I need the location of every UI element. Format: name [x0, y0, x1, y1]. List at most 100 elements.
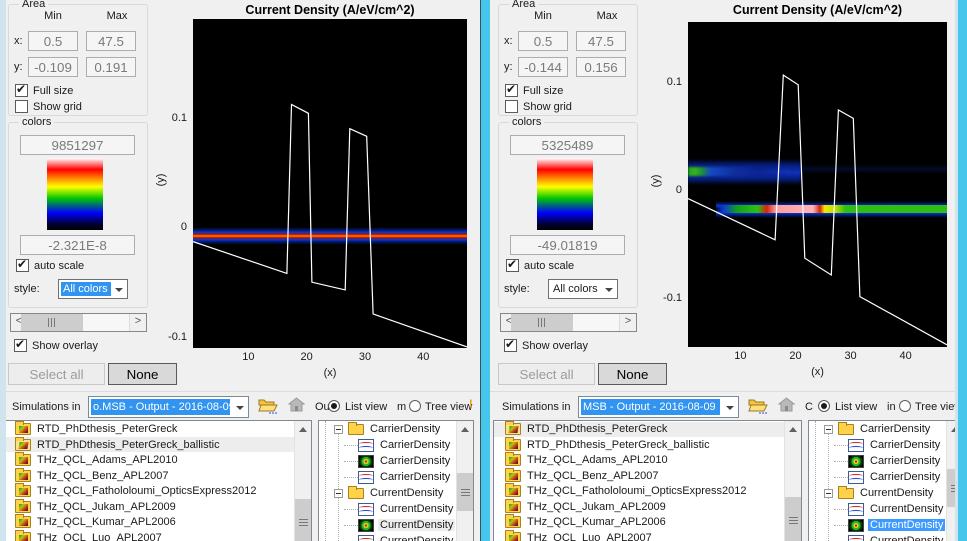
tree-item[interactable]: CurrentDensity — [809, 501, 963, 517]
scrollbar-thumb[interactable] — [457, 473, 473, 511]
simulation-folder-icon — [15, 516, 31, 528]
scroll-up-button[interactable] — [457, 421, 473, 438]
tree-item[interactable]: CarrierDensity — [319, 469, 473, 485]
list-item[interactable]: THz_QCL_Benz_APL2007 — [494, 468, 801, 483]
full-size-checkbox[interactable] — [505, 84, 518, 97]
x-max-field[interactable] — [86, 31, 136, 51]
list-item[interactable]: THz_QCL_Luo_APL2007 — [4, 530, 311, 541]
tree-item[interactable]: CurrentDensity — [809, 485, 963, 501]
tree-item[interactable]: CarrierDensity — [319, 437, 473, 453]
tree-item[interactable]: CurrentDensity — [809, 517, 963, 533]
tree-view-radio[interactable] — [409, 400, 421, 412]
list-item[interactable]: THz_QCL_Adams_APL2010 — [4, 453, 311, 468]
simulations-combobox[interactable]: MSB - Output - 2016-08-09 — [578, 396, 739, 418]
clipped-icon-fragment: ! — [469, 398, 473, 410]
list-item[interactable]: THz_QCL_Fathololoumi_OpticsExpress2012 — [494, 484, 801, 499]
show-overlay-checkbox[interactable] — [504, 339, 517, 352]
tree-scrollbar[interactable] — [456, 421, 473, 541]
show-grid-checkbox[interactable] — [15, 100, 28, 113]
tree-item[interactable]: CurrentDensity — [319, 533, 473, 541]
scroll-right-button[interactable]: > — [129, 314, 146, 331]
list-item[interactable]: THz_QCL_Kumar_APL2006 — [4, 515, 311, 530]
list-item[interactable]: THz_QCL_Adams_APL2010 — [494, 453, 801, 468]
list-item[interactable]: THz_QCL_Fathololoumi_OpticsExpress2012 — [4, 484, 311, 499]
select-all-button[interactable]: Select all — [8, 363, 105, 385]
scroll-up-button[interactable] — [785, 421, 801, 438]
tree-item[interactable]: CarrierDensity — [319, 453, 473, 469]
home-icon[interactable] — [288, 397, 308, 414]
list-item[interactable]: THz_QCL_Luo_APL2007 — [494, 530, 801, 541]
list-item[interactable]: THz_QCL_Jukam_APL2009 — [494, 499, 801, 514]
show-grid-checkbox[interactable] — [505, 100, 518, 113]
scrollbar-thumb[interactable] — [785, 497, 801, 541]
scrollbar-thumb[interactable] — [295, 499, 311, 541]
list-view-label: List view — [345, 401, 387, 413]
frame-scrollbar[interactable]: < > — [500, 313, 637, 332]
x-row-label: x: — [504, 35, 513, 47]
list-item[interactable]: THz_QCL_Jukam_APL2009 — [4, 499, 311, 514]
list-scrollbar[interactable] — [784, 421, 801, 541]
grip-icon — [461, 488, 470, 496]
scrollbar-thumb[interactable] — [21, 314, 83, 331]
scroll-right-button[interactable]: > — [619, 314, 636, 331]
output-tree[interactable]: CarrierDensity CarrierDensity CarrierDen… — [318, 420, 474, 541]
tree-item[interactable]: CarrierDensity — [809, 437, 963, 453]
list-scrollbar[interactable] — [294, 421, 311, 541]
x-min-field[interactable] — [518, 31, 568, 51]
collapse-icon[interactable] — [824, 425, 833, 434]
open-folder-icon[interactable] — [748, 397, 768, 414]
full-size-checkbox[interactable] — [15, 84, 28, 97]
scrollbar-thumb[interactable] — [511, 314, 573, 331]
show-overlay-checkbox[interactable] — [14, 339, 27, 352]
list-view-radio[interactable] — [328, 400, 340, 412]
tree-item[interactable]: CurrentDensity — [809, 533, 963, 541]
open-folder-icon[interactable] — [258, 397, 278, 414]
tree-item[interactable]: CarrierDensity — [809, 421, 963, 437]
color-min-field[interactable] — [510, 235, 625, 255]
y-min-field[interactable] — [28, 57, 78, 77]
tree-view-radio[interactable] — [899, 400, 911, 412]
color-max-field[interactable] — [20, 135, 135, 155]
color-max-field[interactable] — [510, 135, 625, 155]
list-view-radio[interactable] — [818, 400, 830, 412]
output-tree[interactable]: CarrierDensity CarrierDensity CarrierDen… — [808, 420, 964, 541]
select-all-button[interactable]: Select all — [498, 363, 595, 385]
tree-item[interactable]: CarrierDensity — [319, 421, 473, 437]
x-min-field[interactable] — [28, 31, 78, 51]
color-min-field[interactable] — [20, 235, 135, 255]
simulation-list[interactable]: RTD_PhDthesis_PeterGreck RTD_PhDthesis_P… — [3, 420, 312, 541]
list-item[interactable]: THz_QCL_Benz_APL2007 — [4, 468, 311, 483]
y-max-field[interactable] — [576, 57, 626, 77]
y-max-field[interactable] — [86, 57, 136, 77]
x-max-field[interactable] — [576, 31, 626, 51]
list-item[interactable]: RTD_PhDthesis_PeterGreck_ballistic — [4, 437, 311, 452]
list-item[interactable]: RTD_PhDthesis_PeterGreck — [4, 422, 311, 437]
collapse-icon[interactable] — [334, 425, 343, 434]
tree-item[interactable]: CarrierDensity — [809, 453, 963, 469]
none-button[interactable]: None — [108, 363, 177, 385]
simulation-list[interactable]: RTD_PhDthesis_PeterGreck RTD_PhDthesis_P… — [493, 420, 802, 541]
frame-scrollbar[interactable]: < > — [10, 313, 147, 332]
none-button[interactable]: None — [598, 363, 667, 385]
list-item[interactable]: RTD_PhDthesis_PeterGreck_ballistic — [494, 437, 801, 452]
auto-scale-checkbox[interactable] — [506, 259, 519, 272]
list-item[interactable]: RTD_PhDthesis_PeterGreck — [494, 422, 801, 437]
scroll-up-button[interactable] — [295, 421, 311, 438]
home-icon[interactable] — [778, 397, 798, 414]
heatmap-plot[interactable] — [688, 22, 947, 347]
collapse-icon[interactable] — [334, 489, 343, 498]
simulations-combobox-value: MSB - Output - 2016-08-09 — [581, 399, 720, 415]
list-item[interactable]: THz_QCL_Kumar_APL2006 — [494, 515, 801, 530]
tree-item[interactable]: CurrentDensity — [319, 517, 473, 533]
simulations-combobox[interactable]: o.MSB - Output - 2016-08-09 — [88, 396, 249, 418]
tree-item[interactable]: CurrentDensity — [319, 485, 473, 501]
tree-item[interactable]: CarrierDensity — [809, 469, 963, 485]
heatmap-plot[interactable] — [193, 19, 467, 348]
collapse-icon[interactable] — [824, 489, 833, 498]
y-min-field[interactable] — [518, 57, 568, 77]
tree-item[interactable]: CurrentDensity — [319, 501, 473, 517]
chevron-down-icon — [726, 406, 734, 410]
style-combobox[interactable]: All colors — [548, 279, 618, 299]
auto-scale-checkbox[interactable] — [16, 259, 29, 272]
style-combobox[interactable]: All colors — [58, 279, 128, 299]
